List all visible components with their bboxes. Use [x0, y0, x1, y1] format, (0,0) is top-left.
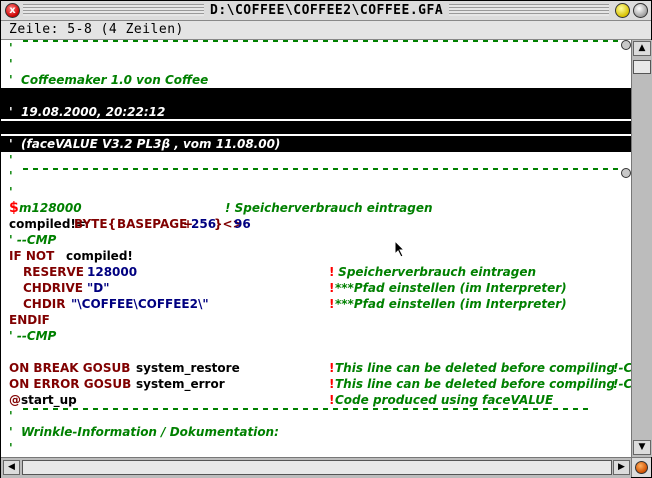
- code-line-20[interactable]: ' --CMP: [1, 328, 631, 344]
- comment-dash-rule: [23, 40, 621, 42]
- code-line-1[interactable]: ': [1, 40, 631, 56]
- comment-quote: ': [9, 185, 13, 199]
- code-line-17[interactable]: CHDRIVE "D" ! ***Pfad einstellen (im Int…: [1, 280, 631, 296]
- keyword: ON ERROR GOSUB: [9, 377, 132, 391]
- fuller-button[interactable]: [633, 3, 648, 18]
- procedure-call-marker: @: [9, 393, 21, 407]
- code-line-13[interactable]: compiled!= BYTE{ BASEPAGE + 256 }<> 96: [1, 216, 631, 232]
- code-line-6-selected[interactable]: [1, 121, 631, 134]
- code-line-7-selected[interactable]: ' (faceVALUE V3.2 PL3β , vom 11.08.00): [1, 136, 631, 152]
- keyword: RESERVE: [23, 265, 85, 279]
- scroll-up-button[interactable]: ▲: [633, 41, 651, 56]
- scroll-left-button[interactable]: ◀: [3, 460, 20, 475]
- comment-text: ' Wrinkle-Information / Dokumentation:: [9, 425, 279, 439]
- procedure-name: system_error: [136, 377, 225, 391]
- code-line-24[interactable]: @ start_up ! Code produced using faceVAL…: [1, 392, 631, 408]
- comment-quote: ': [9, 409, 13, 423]
- code-line-5-selected[interactable]: ' 19.08.2000, 20:22:12: [1, 104, 631, 120]
- code-line-2[interactable]: ': [1, 56, 631, 72]
- code-line-8[interactable]: ': [1, 152, 631, 168]
- comment-text: ' (faceVALUE V3.2 PL3β , vom 11.08.00): [9, 137, 281, 151]
- code-line-21[interactable]: [1, 344, 631, 360]
- code-line-19[interactable]: ENDIF: [1, 312, 631, 328]
- keyword: BYTE{: [74, 217, 117, 231]
- inline-comment: This line can be deleted before compilin…: [335, 377, 616, 391]
- vertical-scrollbar[interactable]: ▲ ▼: [631, 40, 652, 457]
- inline-comment: ***Pfad einstellen (im Interpreter): [335, 297, 567, 311]
- comment-text: ' --CMP: [9, 329, 57, 343]
- inline-comment-overflow: !-C: [613, 361, 631, 375]
- comment-marker: !: [329, 393, 335, 407]
- code-line-10[interactable]: ': [1, 184, 631, 200]
- resize-icon[interactable]: [635, 461, 648, 474]
- code-line-27[interactable]: ': [1, 440, 631, 456]
- inline-comment: Code produced using faceVALUE: [335, 393, 554, 407]
- comment-quote: ': [9, 41, 13, 55]
- comment-marker: !: [329, 377, 335, 391]
- line-info-text: Zeile: 5-8 (4 Zeilen): [9, 22, 184, 37]
- comment-marker: !: [329, 281, 335, 295]
- comment-dash-rule: [23, 168, 621, 170]
- comment-text: ' 19.08.2000, 20:22:12: [9, 105, 166, 119]
- keyword: CHDIR: [23, 297, 66, 311]
- code-line-26[interactable]: ' Wrinkle-Information / Dokumentation:: [1, 424, 631, 440]
- iconify-button[interactable]: [615, 3, 630, 18]
- code-line-25[interactable]: ': [1, 408, 631, 424]
- comment-quote: ': [9, 441, 13, 455]
- inline-comment: Speicherverbrauch eintragen: [334, 265, 537, 279]
- mouse-pointer-icon: [394, 240, 406, 258]
- horizontal-scroll-thumb[interactable]: [22, 460, 612, 475]
- comment-quote: ': [9, 57, 13, 71]
- keyword: CHDRIVE: [23, 281, 83, 295]
- code-line-3[interactable]: ' Coffeemaker 1.0 von Coffee: [1, 72, 631, 88]
- inline-comment: ***Pfad einstellen (im Interpreter): [335, 281, 567, 295]
- comment-marker: !: [329, 361, 335, 375]
- scroll-right-button[interactable]: ▶: [613, 460, 630, 475]
- editor-window: x D:\COFFEE\COFFEE2\COFFEE.GFA Zeile: 5-…: [0, 0, 652, 478]
- inline-comment-overflow: !-C: [613, 377, 631, 391]
- fold-marker-icon[interactable]: [621, 168, 631, 178]
- string-literal: "\COFFEE\COFFEE2\": [71, 297, 209, 311]
- keyword: ENDIF: [9, 313, 50, 327]
- compiler-directive-marker: $: [9, 200, 19, 216]
- procedure-name: start_up: [21, 393, 77, 407]
- inline-comment: This line can be deleted before compilin…: [335, 361, 616, 375]
- code-line-18[interactable]: CHDIR "\COFFEE\COFFEE2\" ! ***Pfad einst…: [1, 296, 631, 312]
- procedure-name: system_restore: [136, 361, 240, 375]
- number-literal: 128000: [87, 265, 138, 279]
- comment-text: ' --CMP: [9, 233, 57, 247]
- resize-box[interactable]: [631, 457, 651, 477]
- comment-dash-rule: [23, 408, 593, 410]
- number-literal: 256: [191, 217, 217, 231]
- code-line-23[interactable]: ON ERROR GOSUB system_error ! This line …: [1, 376, 631, 392]
- code-line-14[interactable]: ' --CMP: [1, 232, 631, 248]
- comment-quote: ': [9, 169, 13, 183]
- scroll-down-button[interactable]: ▼: [633, 440, 651, 455]
- horizontal-scrollbar[interactable]: ◀ ▶: [1, 457, 631, 478]
- code-line-22[interactable]: ON BREAK GOSUB system_restore ! This lin…: [1, 360, 631, 376]
- comment-text: ' Coffeemaker 1.0 von Coffee: [9, 73, 209, 87]
- code-line-12[interactable]: $ m128000 ! Speicherverbrauch eintragen: [1, 200, 631, 216]
- info-bar: Zeile: 5-8 (4 Zeilen): [1, 21, 651, 40]
- code-line-16[interactable]: RESERVE 128000 ! Speicherverbrauch eintr…: [1, 264, 631, 280]
- title-bar[interactable]: x D:\COFFEE\COFFEE2\COFFEE.GFA: [1, 1, 651, 21]
- comment-marker: !: [329, 297, 335, 311]
- string-literal: "D": [87, 281, 110, 295]
- keyword: IF NOT: [9, 249, 55, 263]
- variable: compiled!: [66, 249, 133, 263]
- comment-quote: ': [9, 153, 13, 167]
- fold-marker-icon[interactable]: [621, 40, 631, 50]
- keyword: BASEPAGE: [117, 217, 188, 231]
- number-literal: 96: [234, 217, 251, 231]
- inline-comment: ! Speicherverbrauch eintragen: [225, 201, 433, 215]
- close-button[interactable]: x: [5, 3, 20, 18]
- code-line-9[interactable]: ': [1, 168, 631, 184]
- window-title: D:\COFFEE\COFFEE2\COFFEE.GFA: [204, 2, 450, 19]
- code-line-15[interactable]: IF NOT compiled!: [1, 248, 631, 264]
- compiler-directive: m128000: [19, 201, 82, 215]
- code-line-4-selected[interactable]: [1, 88, 631, 104]
- vertical-scroll-thumb[interactable]: [633, 60, 651, 74]
- code-editor[interactable]: ' ' ' Coffeemaker 1.0 von Coffee ' 19.08…: [1, 40, 631, 457]
- keyword: ON BREAK GOSUB: [9, 361, 131, 375]
